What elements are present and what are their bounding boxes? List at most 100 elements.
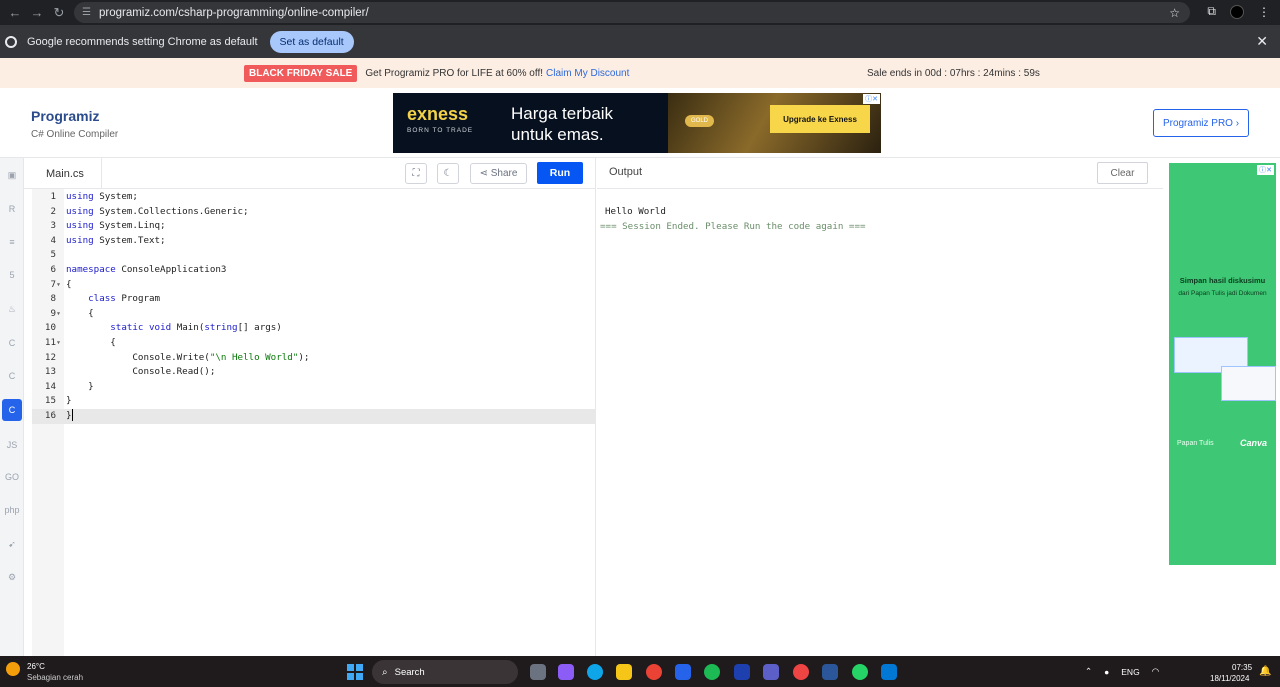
ad-cta-button[interactable]: Upgrade ke Exness <box>770 105 870 133</box>
close-icon[interactable]: ✕ <box>1256 33 1268 50</box>
share-icon: ⋖ <box>479 168 491 179</box>
line-number: 16 <box>44 409 56 421</box>
side-banner-ad[interactable]: ⓘ✕ Simpan hasil diskusimu dari Papan Tul… <box>1169 163 1276 565</box>
chrome-menu-icon[interactable]: ⋮ <box>1258 5 1270 19</box>
task-view-icon[interactable] <box>530 664 546 680</box>
lang-html-icon[interactable]: 5 <box>2 264 22 286</box>
windows-start-icon[interactable] <box>347 664 363 680</box>
fold-toggle-icon[interactable]: ▼ <box>57 307 60 322</box>
edge-icon[interactable] <box>587 664 603 680</box>
code-line[interactable]: 6 namespace ConsoleApplication3 <box>32 263 596 278</box>
code-line[interactable]: 15} <box>32 394 596 409</box>
clear-button[interactable]: Clear <box>1097 162 1148 184</box>
fold-toggle-icon[interactable]: ▼ <box>57 336 60 351</box>
copilot-icon[interactable] <box>558 664 574 680</box>
sale-badge: BLACK FRIDAY SALE <box>244 64 358 82</box>
lang-php-icon[interactable]: php <box>2 499 22 521</box>
profile-avatar[interactable] <box>1230 4 1244 19</box>
code-line[interactable]: 14 } <box>32 380 596 395</box>
address-bar[interactable]: ☰ programiz.com/csharp-programming/onlin… <box>74 2 1190 23</box>
weather-icon[interactable] <box>6 662 20 676</box>
code-line[interactable]: 8 class Program <box>32 292 596 307</box>
page-subtitle: C# Online Compiler <box>31 129 119 140</box>
code-line[interactable]: 5 <box>32 248 596 263</box>
programiz-logo[interactable]: Programiz <box>31 108 99 124</box>
vscode-icon[interactable] <box>881 664 897 680</box>
store-icon[interactable] <box>675 664 691 680</box>
clock-time[interactable]: 07:35 <box>1232 663 1252 672</box>
lang-python-icon[interactable]: ▣ <box>2 164 22 186</box>
code-line[interactable]: 12 Console.Write("\n Hello World"); <box>32 351 596 366</box>
run-button[interactable]: Run <box>537 162 583 184</box>
lang-swift-icon[interactable]: ➹ <box>2 533 22 555</box>
side-ad-headline: Simpan hasil diskusimu <box>1179 276 1266 285</box>
lang-rust-icon[interactable]: ⚙ <box>2 566 22 588</box>
top-banner-ad[interactable]: exness BORN TO TRADE Harga terbaik untuk… <box>393 93 881 153</box>
clock-date[interactable]: 18/11/2024 <box>1210 674 1249 683</box>
extensions-icon[interactable]: ⧉ <box>1207 4 1216 19</box>
file-explorer-icon[interactable] <box>616 664 632 680</box>
notification-bell-icon[interactable]: 🔔 <box>1259 666 1271 677</box>
claim-discount-link[interactable]: Claim My Discount <box>546 68 629 79</box>
ad-close-icon[interactable]: ⓘ✕ <box>863 94 880 104</box>
dark-mode-icon[interactable]: ☾ <box>437 163 459 184</box>
tray-app-icon[interactable]: ● <box>1104 667 1109 677</box>
code-area[interactable]: 1 using System; 2 using System.Collections.… <box>32 190 596 424</box>
weather-temperature[interactable]: 26°C <box>27 662 45 671</box>
tray-overflow-icon[interactable]: ⌃ <box>1085 666 1092 677</box>
chrome-taskbar-icon[interactable] <box>646 664 662 680</box>
code-line[interactable]: 4 using System.Text; <box>32 234 596 249</box>
ad-close-icon[interactable]: ⓘ✕ <box>1257 165 1274 175</box>
spotify-icon[interactable] <box>704 664 720 680</box>
code-line[interactable]: 1 using System; <box>32 190 596 205</box>
code-line[interactable]: 2 using System.Collections.Generic; <box>32 205 596 220</box>
file-tab-main[interactable]: Main.cs <box>32 158 102 189</box>
code-line[interactable]: 11 ▼ { <box>32 336 596 351</box>
code-line[interactable]: 16} <box>32 408 596 424</box>
side-ad-subline: dari Papan Tulis jadi Dokumen <box>1178 290 1267 297</box>
teams-icon[interactable] <box>763 664 779 680</box>
set-as-default-button[interactable]: Set as default <box>269 30 354 53</box>
lang-java-icon[interactable]: ♨ <box>2 298 22 320</box>
site-info-icon[interactable]: ☰ <box>82 7 91 18</box>
share-button[interactable]: ⋖ Share <box>470 163 527 184</box>
lang-js-icon[interactable]: JS <box>2 434 22 456</box>
fold-toggle-icon[interactable]: ▼ <box>57 278 60 293</box>
code-line[interactable]: 10 static void Main(string[] args) <box>32 321 596 336</box>
output-hello: Hello World <box>605 206 666 217</box>
line-number: 13 <box>44 366 56 378</box>
code-text: Console.Write("\n Hello World"); <box>66 351 310 363</box>
gold-badge: GOLD <box>685 115 715 127</box>
lang-r-icon[interactable]: R <box>2 198 22 220</box>
forward-icon[interactable]: → <box>26 5 48 20</box>
weather-description[interactable]: Sebagian cerah <box>27 673 83 682</box>
windows-taskbar: 26°C Sebagian cerah ⌕ Search ⌃ ● ENG ◠ 0… <box>0 656 1280 687</box>
divider <box>24 188 596 189</box>
back-icon[interactable]: ← <box>4 5 26 20</box>
lang-go-icon[interactable]: GO <box>2 466 22 488</box>
code-text: using System.Text; <box>66 234 166 246</box>
code-line[interactable]: 7 ▼ { <box>32 278 596 293</box>
taskbar-search[interactable]: ⌕ Search <box>372 660 518 684</box>
lang-csharp-icon[interactable]: C <box>2 399 22 421</box>
reload-icon[interactable]: ↻ <box>48 5 70 21</box>
input-language[interactable]: ENG <box>1121 667 1139 677</box>
code-line[interactable]: 3 using System.Linq; <box>32 219 596 234</box>
whatsapp-icon[interactable] <box>852 664 868 680</box>
line-number: 7 <box>50 278 56 290</box>
site-header: Programiz C# Online Compiler exness BORN… <box>0 88 1280 158</box>
code-text: using System.Collections.Generic; <box>66 205 249 217</box>
lang-c-icon[interactable]: C <box>2 332 22 354</box>
code-line[interactable]: 13 Console.Read(); <box>32 365 596 380</box>
lang-sql-icon[interactable]: ≡ <box>2 231 22 253</box>
recorder-icon[interactable] <box>793 664 809 680</box>
line-number: 9 <box>50 307 56 319</box>
programiz-pro-button[interactable]: Programiz PRO › <box>1153 109 1249 137</box>
code-line[interactable]: 9 ▼ { <box>32 307 596 322</box>
bookmark-star-icon[interactable]: ☆ <box>1169 6 1180 20</box>
lang-cpp-icon[interactable]: C <box>2 365 22 387</box>
fullscreen-icon[interactable]: ⛶ <box>405 163 427 184</box>
app-l-icon[interactable] <box>734 664 750 680</box>
word-icon[interactable] <box>822 664 838 680</box>
wifi-icon[interactable]: ◠ <box>1152 666 1159 677</box>
